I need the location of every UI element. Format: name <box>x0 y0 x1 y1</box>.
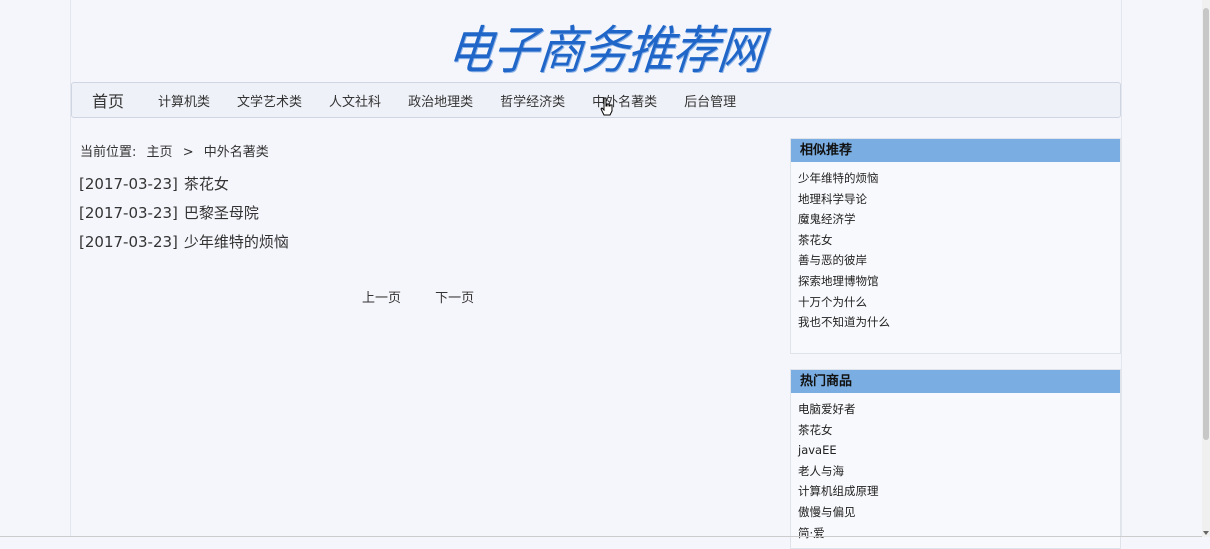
breadcrumb-label: 当前位置: <box>80 145 137 160</box>
hot-item[interactable]: 简·爱 <box>798 523 1120 544</box>
item-date: [2017-03-23] <box>79 175 178 193</box>
item-title[interactable]: 茶花女 <box>184 175 229 193</box>
hot-item[interactable]: 电脑爱好者 <box>798 399 1120 420</box>
related-item[interactable]: 探索地理博物馆 <box>798 271 1120 292</box>
breadcrumb-current: 中外名著类 <box>203 145 269 160</box>
list-item[interactable]: [2017-03-23] 巴黎圣母院 <box>79 203 289 232</box>
hot-products-list: 电脑爱好者 茶花女 javaEE 老人与海 计算机组成原理 傲慢与偏见 简·爱 <box>791 393 1120 543</box>
related-item[interactable]: 我也不知道为什么 <box>798 312 1120 333</box>
pagination: 上一页 下一页 <box>362 287 504 306</box>
nav-item-admin[interactable]: 后台管理 <box>684 91 736 110</box>
hand-cursor-icon <box>600 97 613 116</box>
hot-item[interactable]: 傲慢与偏见 <box>798 502 1120 523</box>
hot-products-title: 热门商品 <box>791 370 1120 393</box>
related-item[interactable]: 少年维特的烦恼 <box>798 168 1120 189</box>
nav-item-computer[interactable]: 计算机类 <box>158 91 210 110</box>
nav-item-literature-art[interactable]: 文学艺术类 <box>237 91 302 110</box>
next-page-link[interactable]: 下一页 <box>435 291 474 306</box>
related-item[interactable]: 善与恶的彼岸 <box>798 250 1120 271</box>
related-item[interactable]: 地理科学导论 <box>798 189 1120 210</box>
breadcrumb-home[interactable]: 主页 <box>147 145 173 160</box>
hot-item[interactable]: 茶花女 <box>798 420 1120 441</box>
related-panel-title: 相似推荐 <box>791 139 1120 162</box>
related-list: 少年维特的烦恼 地理科学导论 魔鬼经济学 茶花女 善与恶的彼岸 探索地理博物馆 … <box>791 162 1120 333</box>
vertical-scrollbar[interactable] <box>1202 0 1210 537</box>
related-panel: 相似推荐 少年维特的烦恼 地理科学导论 魔鬼经济学 茶花女 善与恶的彼岸 探索地… <box>790 138 1121 354</box>
item-title[interactable]: 少年维特的烦恼 <box>184 233 289 251</box>
product-list: [2017-03-23] 茶花女 [2017-03-23] 巴黎圣母院 [2017-… <box>79 174 289 261</box>
hot-item[interactable]: javaEE <box>798 440 1120 461</box>
scroll-down-arrow-icon[interactable] <box>1203 531 1209 535</box>
main-nav: 首页 计算机类 文学艺术类 人文社科 政治地理类 哲学经济类 中外名著类 后台管… <box>71 82 1121 118</box>
hot-item[interactable]: 老人与海 <box>798 461 1120 482</box>
scrollbar-thumb[interactable] <box>1203 8 1209 440</box>
item-title[interactable]: 巴黎圣母院 <box>184 204 259 222</box>
breadcrumb: 当前位置: 主页 > 中外名著类 <box>80 141 275 160</box>
prev-page-link[interactable]: 上一页 <box>362 291 401 306</box>
hot-item[interactable]: 计算机组成原理 <box>798 481 1120 502</box>
list-item[interactable]: [2017-03-23] 少年维特的烦恼 <box>79 232 289 261</box>
site-logo[interactable]: 电子商务推荐网 <box>444 10 766 88</box>
nav-item-philosophy-economics[interactable]: 哲学经济类 <box>500 91 565 110</box>
hot-products-panel: 热门商品 电脑爱好者 茶花女 javaEE 老人与海 计算机组成原理 傲慢与偏见… <box>790 369 1121 549</box>
item-date: [2017-03-23] <box>79 233 178 251</box>
breadcrumb-separator: > <box>182 145 194 160</box>
nav-item-humanities[interactable]: 人文社科 <box>329 91 381 110</box>
list-item[interactable]: [2017-03-23] 茶花女 <box>79 174 289 203</box>
related-item[interactable]: 茶花女 <box>798 230 1120 251</box>
nav-home[interactable]: 首页 <box>92 88 124 112</box>
nav-item-politics-geography[interactable]: 政治地理类 <box>408 91 473 110</box>
related-item[interactable]: 魔鬼经济学 <box>798 209 1120 230</box>
item-date: [2017-03-23] <box>79 204 178 222</box>
related-item[interactable]: 十万个为什么 <box>798 292 1120 313</box>
